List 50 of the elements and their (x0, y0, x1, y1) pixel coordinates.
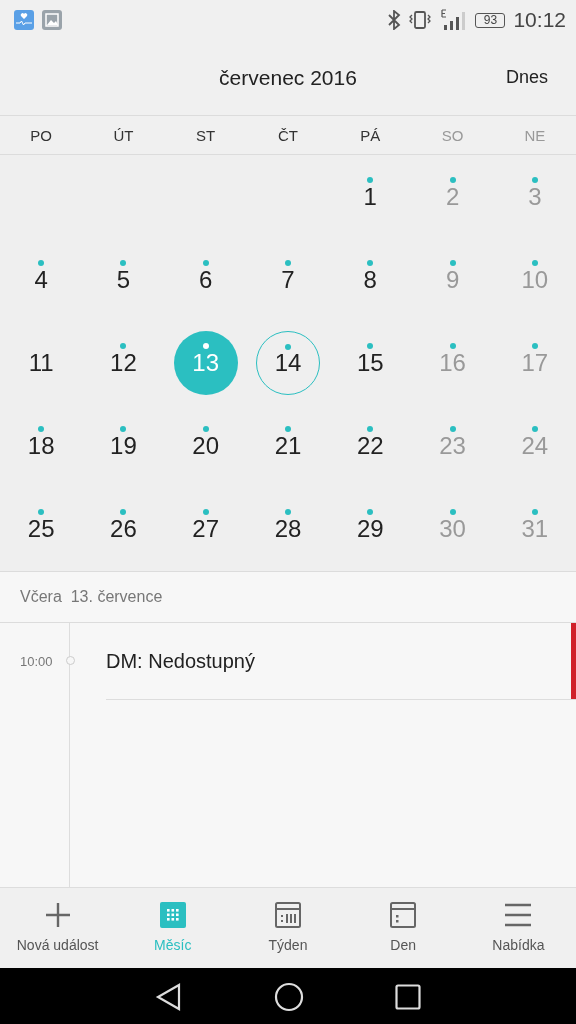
today-button[interactable]: Dnes (501, 63, 552, 92)
weekday-label: PÁ (359, 126, 382, 144)
day-cell[interactable]: 15 (338, 331, 403, 395)
event-time: 10:00 (20, 654, 53, 669)
nav-tab[interactable]: Nová událost (0, 888, 116, 968)
day-cell[interactable]: 5 (91, 247, 156, 312)
nav-tab[interactable]: Týden (230, 888, 346, 968)
home-icon[interactable] (274, 982, 304, 1012)
weekday-label: ST (195, 126, 217, 144)
day-cell[interactable]: 25 (9, 497, 74, 562)
calendar-icon (275, 901, 301, 929)
day-cell[interactable]: 26 (91, 497, 156, 562)
day-cell[interactable]: 18 (9, 414, 74, 479)
signal-icon (439, 9, 468, 31)
weekday-label: PO (29, 126, 53, 144)
gallery-icon (42, 10, 62, 30)
plus-icon (43, 901, 72, 929)
day-cell[interactable]: 11 (9, 331, 74, 395)
timeline-marker (66, 656, 75, 665)
day-cell[interactable]: 22 (338, 414, 403, 479)
weekday-label: ČT (277, 126, 299, 144)
day-cell[interactable]: 27 (173, 497, 238, 562)
health-app-icon (14, 10, 34, 30)
day-cell[interactable]: 28 (256, 497, 320, 562)
day-cell[interactable]: 19 (91, 414, 156, 479)
weekday-label: NE (523, 126, 547, 144)
day-cell[interactable]: 21 (256, 414, 320, 479)
day-cell[interactable]: 1 (338, 164, 403, 229)
battery-level: 93 (475, 12, 506, 28)
nav-tab[interactable]: Nabídka (460, 888, 576, 968)
date-heading: Včera 13. července (0, 572, 576, 623)
weekday-label: SO (440, 126, 465, 144)
day-cell[interactable]: 29 (338, 497, 403, 562)
day-cell[interactable]: 4 (9, 247, 74, 312)
grid-icon (159, 901, 186, 929)
event-title[interactable]: DM: Nedostupný (106, 649, 255, 673)
day-cell[interactable]: 20 (173, 414, 238, 479)
bluetooth-icon (387, 10, 402, 30)
day-cell[interactable]: 7 (256, 247, 320, 312)
day-cell[interactable]: 8 (338, 247, 403, 312)
menu-icon (504, 901, 533, 929)
weekday-label: ÚT (112, 126, 135, 144)
calendar-icon (390, 901, 417, 929)
day-cell[interactable]: 6 (173, 247, 238, 312)
clock-time: 10:12 (513, 8, 566, 32)
nav-tab[interactable]: Den (345, 888, 461, 968)
vibrate-icon (409, 10, 432, 30)
day-cell[interactable]: 12 (91, 331, 156, 395)
recents-icon[interactable] (394, 984, 421, 1010)
month-title: červenec 2016 (219, 65, 357, 90)
